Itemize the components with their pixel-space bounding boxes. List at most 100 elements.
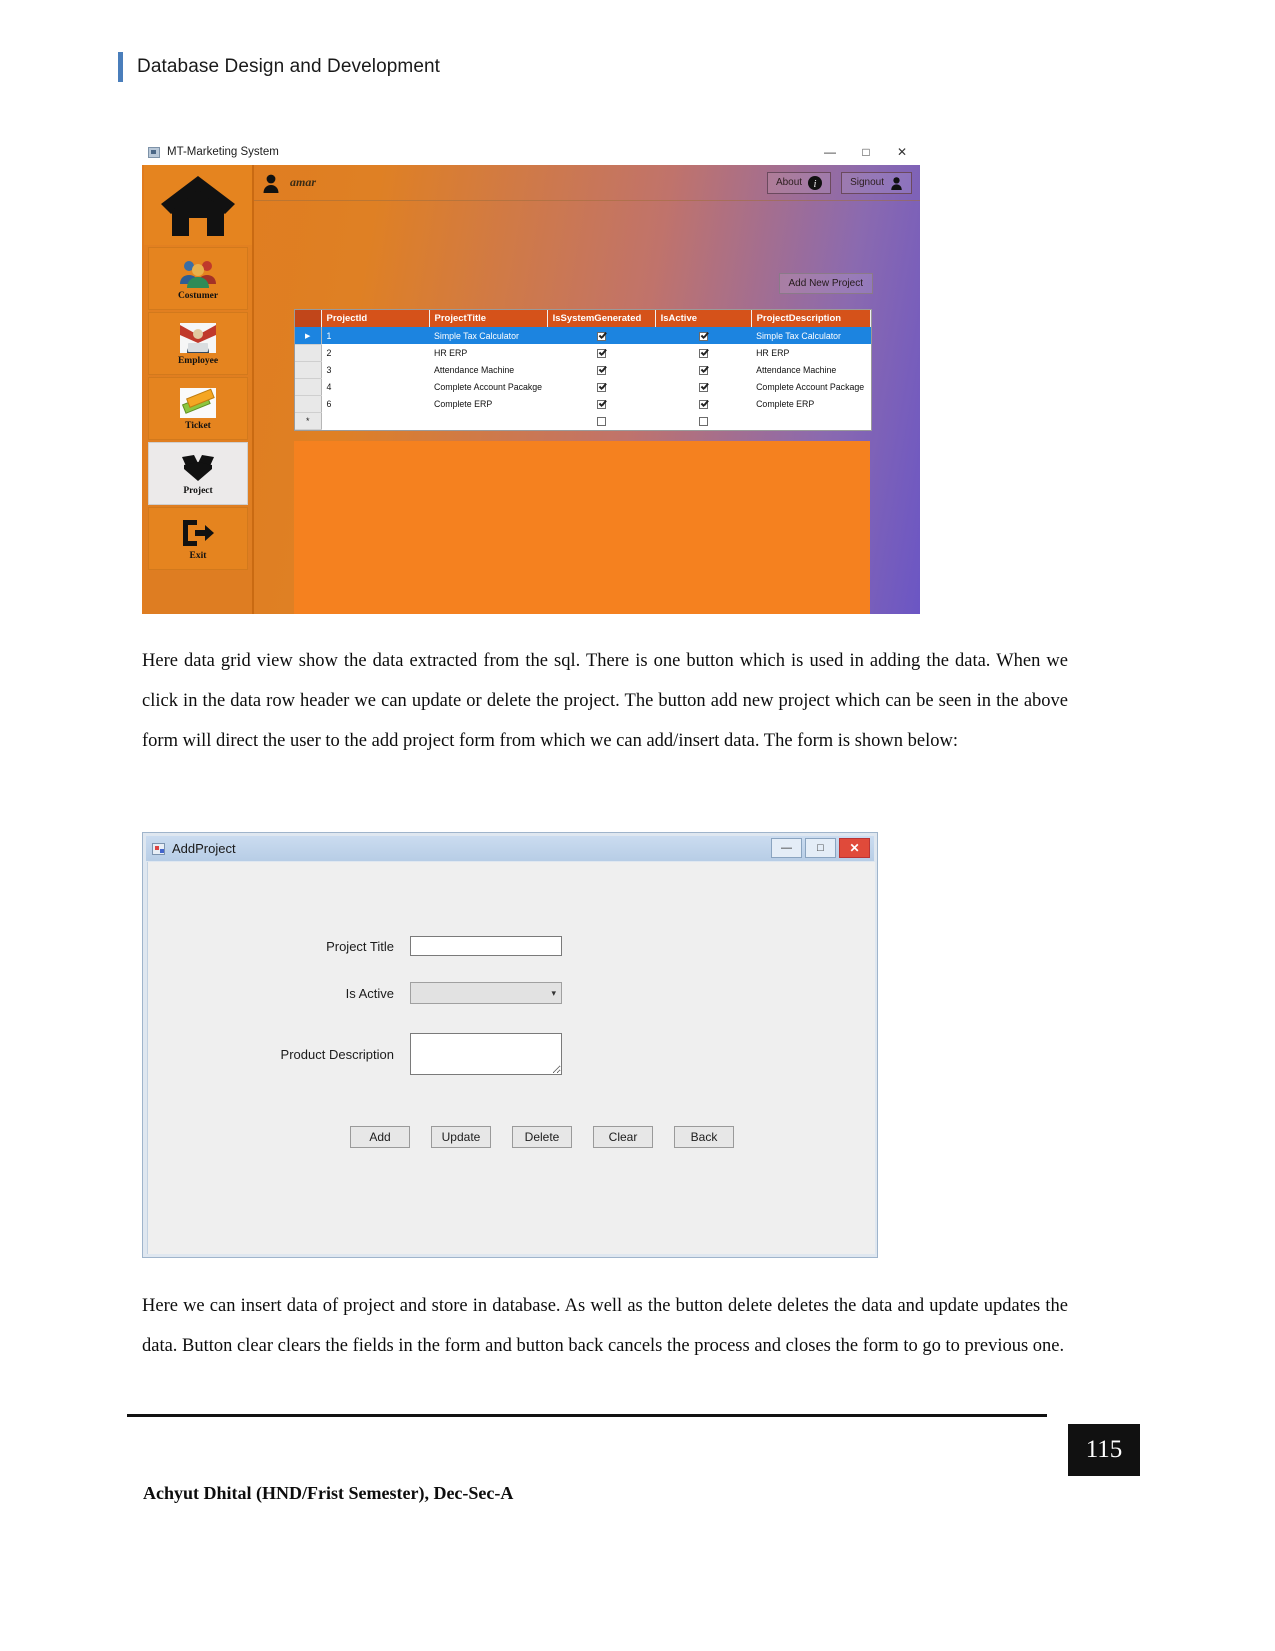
footer-author-line: Achyut Dhital (HND/Frist Semester), Dec-… <box>143 1483 514 1503</box>
sidebar-item-exit-label: Exit <box>189 551 207 561</box>
close-icon[interactable]: ✕ <box>884 139 920 165</box>
row-selector[interactable] <box>295 344 322 362</box>
minimize-icon[interactable]: — <box>771 838 802 858</box>
cell-issystemgenerated[interactable] <box>547 327 656 344</box>
about-button-label: About <box>775 177 803 188</box>
checkbox-icon[interactable] <box>596 365 606 375</box>
table-row[interactable]: 2 HR ERP HR ERP <box>295 344 871 362</box>
cell-projecttitle: Complete Account Pacakge <box>434 381 543 392</box>
cell-issystemgenerated[interactable] <box>547 395 655 412</box>
cell-projectdescription: Complete Account Package <box>756 381 865 392</box>
cell-projectid: 4 <box>326 381 332 392</box>
checkbox-icon[interactable] <box>596 399 606 409</box>
product-description-label: Product Description <box>280 1046 394 1062</box>
paragraph-above-figure2: Here data grid view show the data extrac… <box>142 651 1068 751</box>
sidebar: Costumer Employee Ticket Project Exit <box>144 165 254 614</box>
maximize-icon[interactable]: □ <box>805 838 836 858</box>
checkbox-icon[interactable] <box>596 331 606 341</box>
addproject-button-row: Add Update Delete Clear Back <box>350 1126 734 1148</box>
cell-isactive[interactable] <box>655 412 751 429</box>
cell-projectdescription <box>751 412 870 429</box>
addproject-title: AddProject <box>172 841 236 856</box>
row-selector[interactable] <box>295 361 322 379</box>
checkbox-icon[interactable] <box>596 348 606 358</box>
close-icon[interactable]: ✕ <box>839 838 870 858</box>
add-button[interactable]: Add <box>350 1126 410 1148</box>
checkbox-icon[interactable] <box>596 416 606 426</box>
checkbox-icon[interactable] <box>698 348 708 358</box>
product-description-input[interactable] <box>410 1033 562 1075</box>
clear-button[interactable]: Clear <box>593 1126 653 1148</box>
sidebar-item-project[interactable]: Project <box>148 442 248 505</box>
grid-col-projecttitle[interactable]: ProjectTitle <box>429 310 548 327</box>
sidebar-item-exit[interactable]: Exit <box>148 507 248 570</box>
is-active-label: Is Active <box>345 985 394 1001</box>
cell-projectid: 1 <box>321 327 429 344</box>
sidebar-item-home[interactable] <box>144 165 252 245</box>
exit-icon <box>181 516 215 550</box>
grid-header-row: ProjectId ProjectTitle IsSystemGenerated… <box>295 310 872 327</box>
sidebar-item-ticket[interactable]: Ticket <box>148 377 248 440</box>
update-button[interactable]: Update <box>431 1126 491 1148</box>
table-row-new[interactable]: * <box>295 412 871 430</box>
row-selector[interactable] <box>295 395 322 413</box>
cell-projecttitle <box>429 412 547 429</box>
checkbox-icon[interactable] <box>698 399 708 409</box>
field-is-active: Is Active ▾ <box>250 982 562 1004</box>
sidebar-item-costumer[interactable]: Costumer <box>148 247 248 310</box>
sidebar-item-ticket-label: Ticket <box>185 421 211 431</box>
minimize-icon[interactable]: — <box>812 139 848 165</box>
table-row[interactable]: 4 Complete Account Pacakge Complete Acco… <box>295 378 871 396</box>
paragraph-below-figure2: Here we can insert data of project and s… <box>142 1296 1068 1356</box>
grid-col-issystemgenerated[interactable]: IsSystemGenerated <box>547 310 656 327</box>
checkbox-icon[interactable] <box>698 382 708 392</box>
signout-user-icon <box>891 176 902 190</box>
cell-issystemgenerated[interactable] <box>547 412 655 429</box>
row-selector-new[interactable]: * <box>295 412 322 430</box>
project-title-input[interactable] <box>410 936 562 956</box>
mt-window-body: Costumer Employee Ticket Project Exit am… <box>142 165 920 614</box>
checkbox-icon[interactable] <box>698 365 708 375</box>
project-data-grid[interactable]: ProjectId ProjectTitle IsSystemGenerated… <box>294 309 872 431</box>
cell-isactive[interactable] <box>655 395 751 412</box>
cell-isactive[interactable] <box>655 327 752 344</box>
grid-col-projectid[interactable]: ProjectId <box>321 310 430 327</box>
add-new-project-button[interactable]: Add New Project <box>778 273 873 294</box>
row-selector[interactable] <box>295 378 322 396</box>
sidebar-item-employee[interactable]: Employee <box>148 312 248 375</box>
table-row[interactable]: 6 Complete ERP Complete ERP <box>295 395 871 413</box>
maximize-icon[interactable]: □ <box>848 139 884 165</box>
ticket-icon <box>180 386 216 420</box>
page-number-box: 115 <box>1068 1424 1140 1476</box>
back-button[interactable]: Back <box>674 1126 734 1148</box>
cell-issystemgenerated[interactable] <box>547 344 655 361</box>
sidebar-item-costumer-label: Costumer <box>177 291 219 301</box>
grid-col-isactive[interactable]: IsActive <box>655 310 752 327</box>
cell-isactive[interactable] <box>655 361 751 378</box>
cell-isactive[interactable] <box>655 378 751 395</box>
cell-projectdescription: HR ERP <box>756 347 790 358</box>
field-product-description: Product Description <box>250 1033 562 1075</box>
running-head: Database Design and Development <box>118 52 440 82</box>
checkbox-icon[interactable] <box>698 331 708 341</box>
checkbox-icon[interactable] <box>698 416 708 426</box>
table-row[interactable]: 3 Attendance Machine Attendance Machine <box>295 361 871 379</box>
checkbox-icon[interactable] <box>596 382 606 392</box>
user-avatar-icon <box>263 174 279 193</box>
sidebar-item-project-label: Project <box>183 486 213 496</box>
cell-issystemgenerated[interactable] <box>547 361 655 378</box>
addproject-app-icon <box>152 842 165 855</box>
delete-button[interactable]: Delete <box>512 1126 572 1148</box>
signout-button[interactable]: Signout <box>841 171 912 194</box>
table-row[interactable]: 1 Simple Tax Calculator Simple Tax Calcu… <box>295 327 871 345</box>
grid-col-projectdescription[interactable]: ProjectDescription <box>751 310 872 327</box>
row-selector[interactable] <box>295 327 322 345</box>
mt-top-bar: amar About i Signout <box>254 165 920 201</box>
cell-projecttitle: HR ERP <box>434 347 468 358</box>
about-button[interactable]: About i <box>766 171 832 194</box>
cell-projectid <box>321 412 429 429</box>
project-title-label: Project Title <box>326 938 394 954</box>
is-active-select[interactable]: ▾ <box>410 982 562 1004</box>
cell-isactive[interactable] <box>655 344 751 361</box>
cell-issystemgenerated[interactable] <box>547 378 655 395</box>
